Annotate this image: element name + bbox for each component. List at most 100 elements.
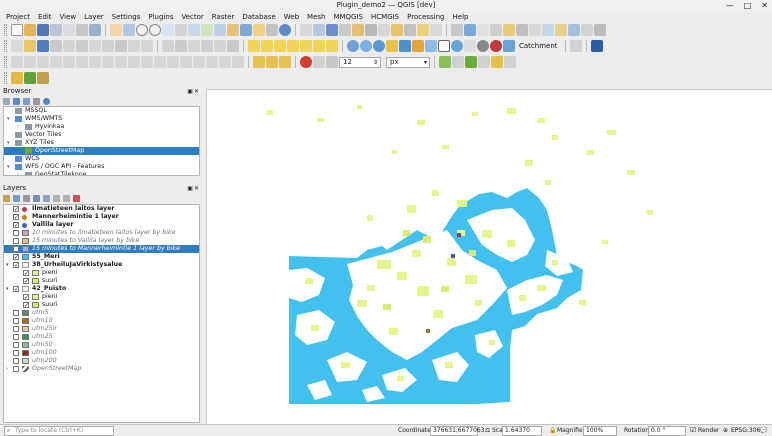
digitize-13-icon[interactable] [167, 56, 179, 68]
layer-visibility-checkbox[interactable] [13, 342, 19, 348]
advanced-5-icon[interactable] [491, 56, 503, 68]
layer-visibility-checkbox[interactable] [13, 310, 19, 316]
plugin-tool-2-icon[interactable] [464, 24, 476, 36]
plugin-tool-4-icon[interactable] [490, 24, 502, 36]
open-table-icon[interactable] [313, 24, 325, 36]
browser-item[interactable]: Vector Tiles [4, 131, 199, 139]
layer-visibility-checkbox[interactable] [13, 318, 19, 324]
layer-visibility-checkbox[interactable]: ✓ [23, 270, 29, 277]
layer-item[interactable]: ✓ suuri [4, 301, 199, 309]
advanced-1-icon[interactable] [439, 56, 451, 68]
browser-tree[interactable]: MSSQL ▾ WMS/WMTS › Hyvinkaa Vector Tiles ▾ XYZ … [3, 106, 200, 176]
expanded-arrow-icon[interactable]: ▾ [7, 139, 10, 147]
plugin-tool-3-icon[interactable] [477, 24, 489, 36]
new-bookmark-icon[interactable] [253, 24, 265, 36]
toolbar-grip[interactable] [4, 56, 7, 68]
menu-web[interactable]: Web [283, 13, 300, 21]
menu-database[interactable]: Database [241, 13, 276, 21]
open-project-icon[interactable] [24, 24, 36, 36]
globe-3-icon[interactable] [373, 40, 385, 52]
zoom-out-icon[interactable] [149, 24, 161, 36]
layer-item[interactable]: ✓ suuri [4, 277, 199, 285]
crs-icon[interactable]: ⊕ [723, 427, 728, 434]
layer-visibility-checkbox[interactable]: ✓ [23, 294, 29, 301]
advanced-6-icon[interactable] [504, 56, 516, 68]
statistics-icon[interactable] [352, 24, 364, 36]
save-as-icon[interactable] [50, 24, 62, 36]
collapsed-arrow-icon[interactable]: › [17, 123, 19, 131]
toolbar-grip[interactable] [4, 40, 7, 52]
layer-visibility-checkbox[interactable]: ✓ [13, 286, 19, 293]
label-tool-5-icon[interactable] [214, 40, 226, 52]
info-icon[interactable] [43, 98, 50, 105]
map-render[interactable] [207, 90, 772, 425]
expanded-arrow-icon[interactable]: ▾ [6, 261, 9, 269]
rotation-field[interactable]: 0.0 ° [648, 426, 686, 436]
menu-settings[interactable]: Settings [111, 13, 142, 21]
layer-item[interactable]: ✓ 55_Meri [4, 253, 199, 261]
plugin-tool-1-icon[interactable] [451, 24, 463, 36]
digitize-2-icon[interactable] [24, 56, 36, 68]
python-icon[interactable] [412, 40, 424, 52]
browser-item[interactable]: OpenStreetMap [4, 147, 199, 155]
select-expression-icon[interactable] [279, 56, 291, 68]
paste-features-icon[interactable] [115, 40, 127, 52]
layer-item[interactable]: utm50 [4, 341, 199, 349]
layer-item[interactable]: utm200 [4, 357, 199, 365]
cut-features-icon[interactable] [89, 40, 101, 52]
label-abc-4-icon[interactable] [287, 40, 299, 52]
plugin-tool-7-icon[interactable] [529, 24, 541, 36]
save-edits-icon[interactable] [37, 40, 49, 52]
plugin-hr-icon[interactable] [464, 40, 476, 52]
font-size-combo[interactable]: 12 ⇕ [339, 56, 381, 68]
layer-item[interactable]: 10 minutes to Ilmatieteen laitos layer b… [4, 229, 199, 237]
expanded-arrow-icon[interactable]: ▾ [7, 163, 10, 171]
refresh-icon[interactable] [13, 98, 20, 105]
catchment-label[interactable]: Catchment [519, 42, 558, 50]
save-project-icon[interactable] [37, 24, 49, 36]
menu-processing[interactable]: Processing [406, 13, 445, 21]
select-value-icon[interactable] [266, 56, 278, 68]
expanded-arrow-icon[interactable]: ▾ [7, 115, 10, 123]
style-manager-icon[interactable] [89, 24, 101, 36]
panel-float-close-buttons[interactable]: ▣✕ [187, 184, 200, 193]
menu-view[interactable]: View [59, 13, 78, 21]
panel-float-close-buttons[interactable]: ▣✕ [187, 87, 200, 96]
style-icon[interactable] [3, 195, 10, 202]
zoom-in-icon[interactable] [136, 24, 148, 36]
copy-features-icon[interactable] [102, 40, 114, 52]
zoom-layer-icon[interactable] [201, 24, 213, 36]
digitize-17-icon[interactable] [219, 56, 231, 68]
print-layout-icon[interactable] [63, 24, 75, 36]
field-calculator-icon[interactable] [326, 24, 338, 36]
digitize-15-icon[interactable] [193, 56, 205, 68]
layer-visibility-checkbox[interactable]: ✓ [23, 302, 29, 309]
digitize-16-icon[interactable] [206, 56, 218, 68]
digitize-9-icon[interactable] [115, 56, 127, 68]
layer-visibility-checkbox[interactable]: ✓ [13, 254, 19, 261]
layer-item[interactable]: utm100 [4, 349, 199, 357]
layer-visibility-checkbox[interactable]: ✓ [13, 214, 19, 221]
browser-item[interactable]: MSSQL [4, 107, 199, 115]
edit-pencil-icon[interactable] [24, 40, 36, 52]
ilmatieteen-laitos-point[interactable] [456, 232, 462, 238]
layer-visibility-checkbox[interactable]: ✓ [23, 278, 29, 285]
toolbar-grip[interactable] [4, 24, 7, 36]
digitize-14-icon[interactable] [180, 56, 192, 68]
browser-item[interactable]: ▾ XYZ Tiles [4, 139, 199, 147]
layer-visibility-checkbox[interactable]: ✓ [13, 206, 19, 213]
lock-icon[interactable]: 🔒 [549, 427, 556, 434]
zoom-next-icon[interactable] [240, 24, 252, 36]
zoom-rubber-icon[interactable] [162, 24, 174, 36]
plugin-cloud-icon[interactable] [425, 40, 437, 52]
collapse-all-icon[interactable] [63, 195, 70, 202]
pan-to-selection-icon[interactable] [123, 24, 135, 36]
plugin-tool-11-icon[interactable] [581, 24, 593, 36]
digitize-10-icon[interactable] [128, 56, 140, 68]
plugin-cube-2-icon[interactable] [24, 72, 36, 84]
plugin-globe-icon[interactable] [451, 40, 463, 52]
layer-item[interactable]: ✓ Ilmatieteen laitos layer [4, 205, 199, 213]
plugin-hammer-icon[interactable] [37, 72, 49, 84]
refresh-icon[interactable] [279, 24, 291, 36]
digitize-6-icon[interactable] [76, 56, 88, 68]
